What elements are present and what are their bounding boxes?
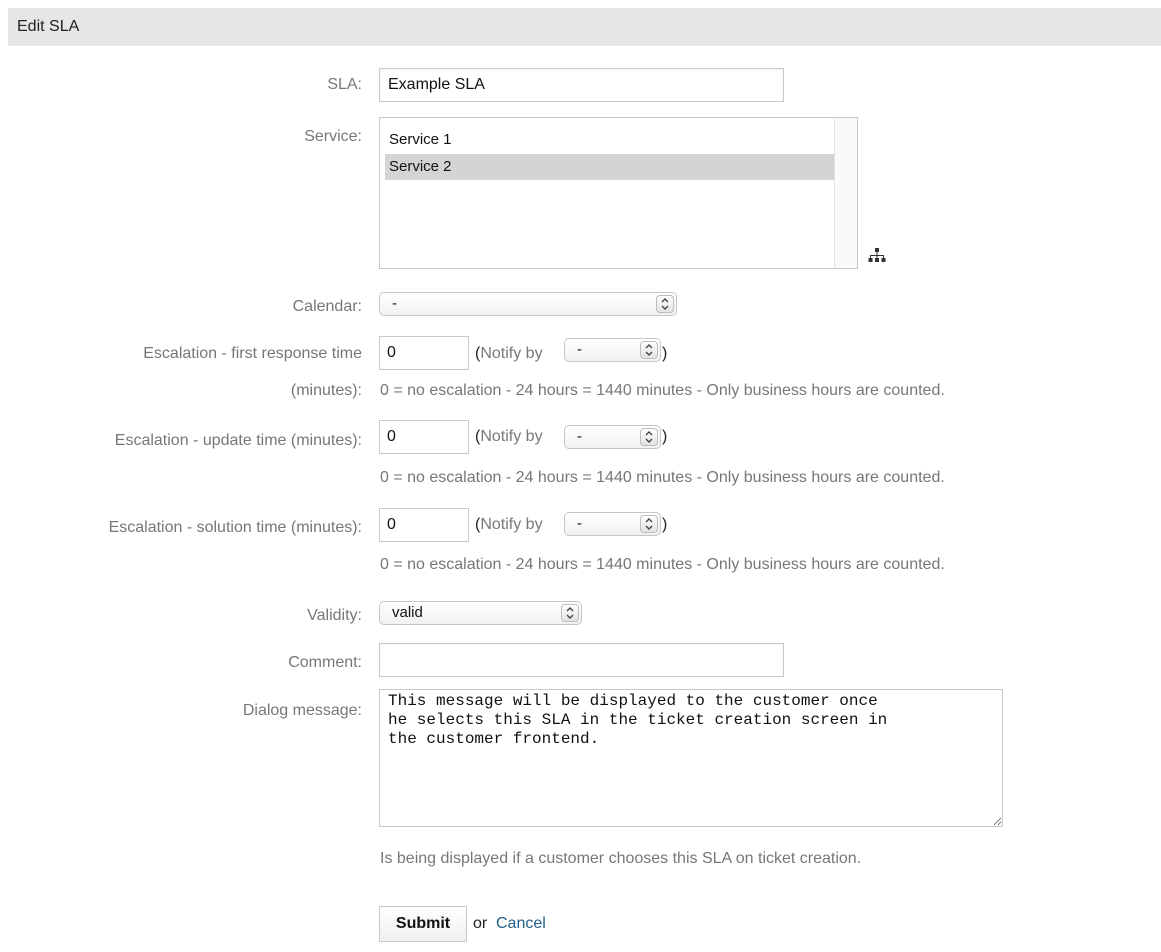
first-response-input[interactable]: 0 bbox=[379, 336, 469, 370]
update-notify-value: - bbox=[577, 428, 582, 445]
update-input[interactable]: 0 bbox=[379, 420, 469, 454]
first-response-notify: (Notify by bbox=[475, 345, 543, 362]
solution-hint: 0 = no escalation - 24 hours = 1440 minu… bbox=[380, 556, 945, 573]
or-text: or bbox=[473, 915, 488, 932]
updown-chevron-icon bbox=[640, 515, 658, 533]
comment-label: Comment: bbox=[288, 654, 362, 671]
calendar-label: Calendar: bbox=[292, 298, 362, 315]
calendar-select[interactable]: - bbox=[379, 292, 677, 316]
validity-select-value: valid bbox=[392, 604, 423, 621]
solution-label: Escalation - solution time (minutes): bbox=[108, 519, 362, 536]
solution-notify-select[interactable]: - bbox=[564, 512, 661, 536]
service-option[interactable]: Service 1 bbox=[385, 127, 834, 153]
updown-chevron-icon bbox=[640, 341, 658, 359]
service-listbox[interactable]: Service 1 Service 2 bbox=[379, 117, 858, 269]
page-title: Edit SLA bbox=[17, 18, 80, 35]
first-response-label: Escalation - first response time bbox=[143, 345, 362, 362]
validity-select[interactable]: valid bbox=[379, 601, 582, 625]
service-label: Service: bbox=[304, 128, 362, 145]
solution-input[interactable]: 0 bbox=[379, 508, 469, 542]
cancel-link[interactable]: Cancel bbox=[496, 915, 546, 933]
dialog-message-label: Dialog message: bbox=[242, 702, 362, 719]
solution-notify: (Notify by bbox=[475, 516, 543, 533]
first-response-notify-select[interactable]: - bbox=[564, 338, 661, 362]
first-response-notify-close: ) bbox=[662, 345, 668, 362]
calendar-select-value: - bbox=[392, 295, 397, 312]
first-response-notify-value: - bbox=[577, 341, 582, 358]
validity-label: Validity: bbox=[307, 607, 362, 624]
service-option-selected[interactable]: Service 2 bbox=[385, 154, 834, 180]
updown-chevron-icon bbox=[561, 604, 579, 622]
dialog-message-textarea[interactable]: This message will be displayed to the cu… bbox=[379, 689, 1003, 827]
update-hint: 0 = no escalation - 24 hours = 1440 minu… bbox=[380, 469, 945, 486]
solution-notify-close: ) bbox=[662, 516, 668, 533]
dialog-message-hint: Is being displayed if a customer chooses… bbox=[380, 850, 862, 867]
sitemap-icon[interactable] bbox=[868, 248, 886, 269]
update-notify: (Notify by bbox=[475, 428, 543, 445]
first-response-hint: 0 = no escalation - 24 hours = 1440 minu… bbox=[380, 382, 945, 399]
updown-chevron-icon bbox=[656, 295, 674, 313]
updown-chevron-icon bbox=[640, 428, 658, 446]
comment-input[interactable] bbox=[379, 643, 784, 677]
solution-notify-value: - bbox=[577, 515, 582, 532]
page-header: Edit SLA bbox=[8, 8, 1161, 46]
listbox-scrollbar[interactable] bbox=[834, 118, 857, 268]
sla-input[interactable]: Example SLA bbox=[379, 68, 784, 102]
sla-label: SLA: bbox=[327, 76, 362, 93]
update-label: Escalation - update time (minutes): bbox=[114, 432, 362, 449]
update-notify-select[interactable]: - bbox=[564, 425, 661, 449]
submit-button[interactable]: Submit bbox=[379, 906, 467, 942]
first-response-label-unit: (minutes): bbox=[290, 382, 362, 399]
update-notify-close: ) bbox=[662, 428, 668, 445]
